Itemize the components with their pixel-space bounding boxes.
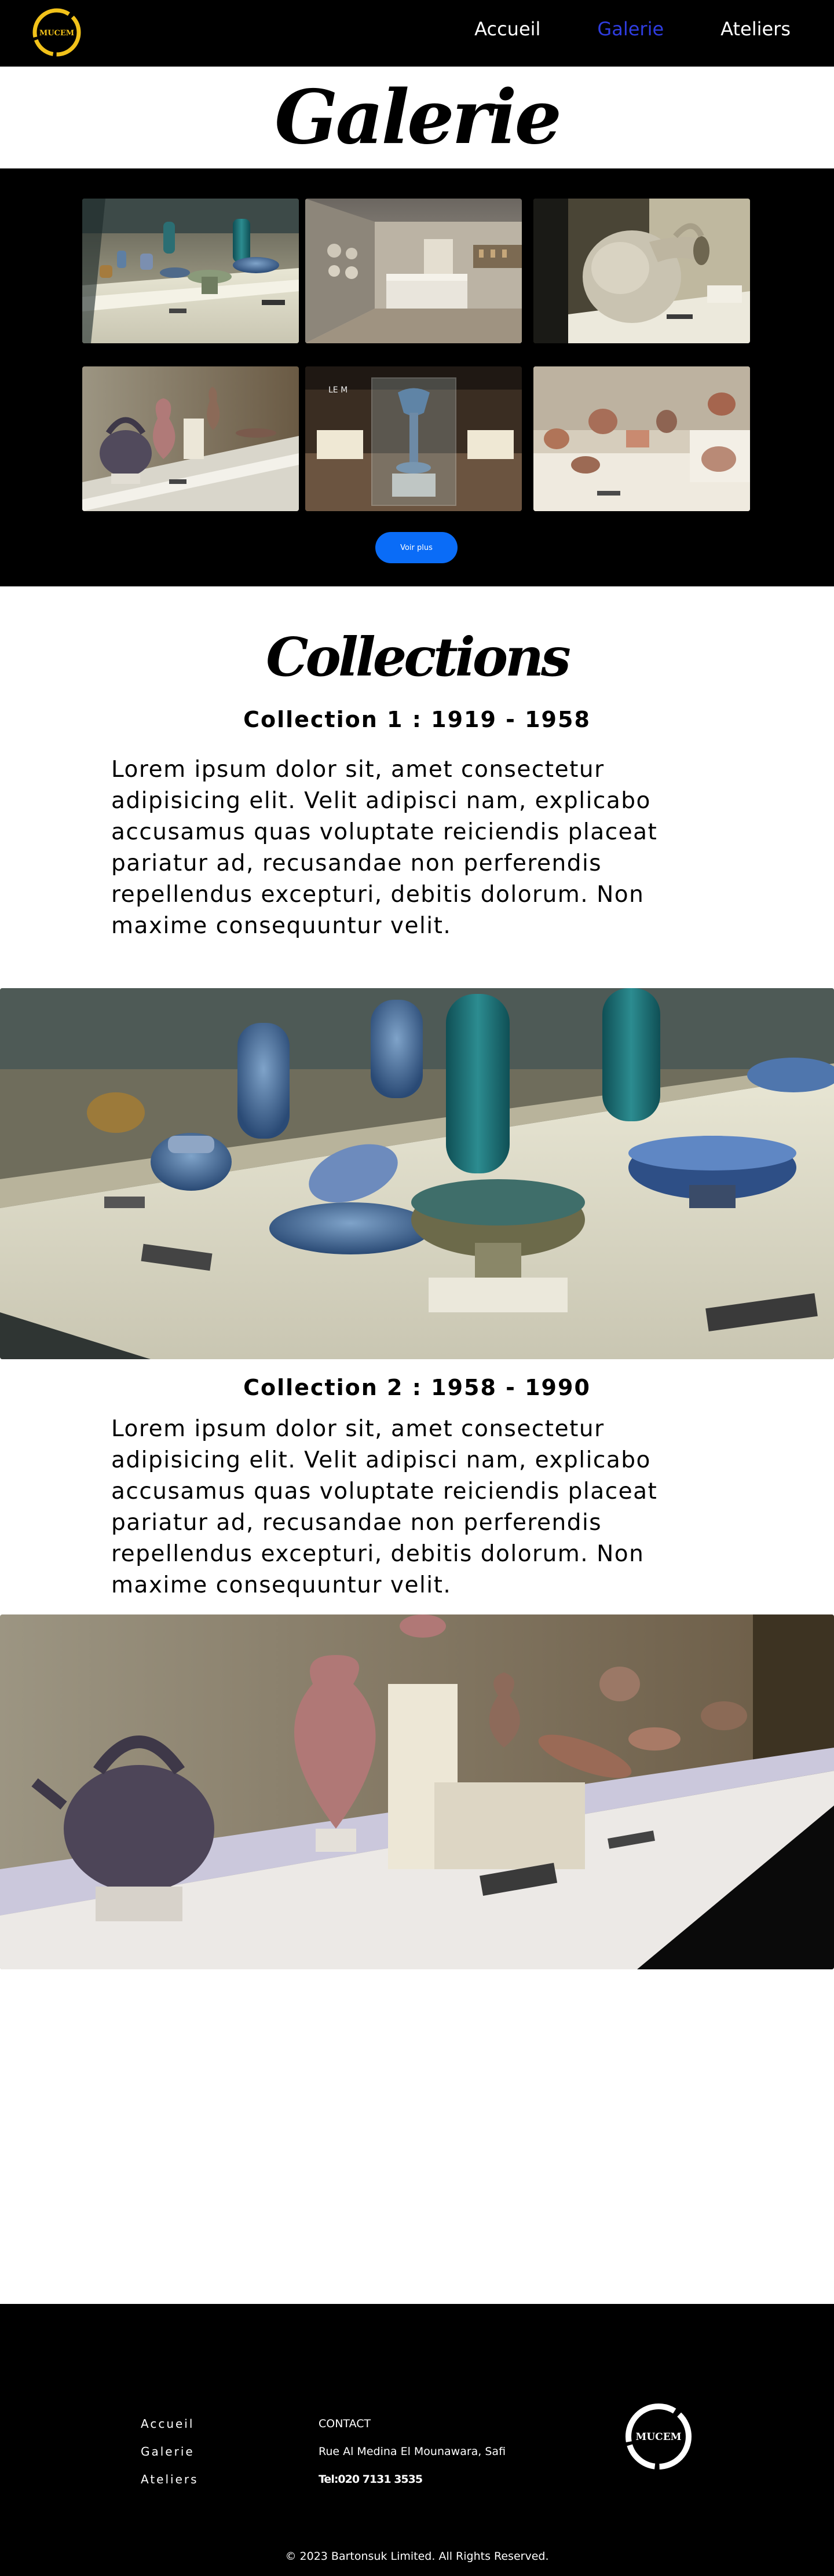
top-navbar: MUCEM Accueil Galerie Ateliers: [0, 0, 834, 67]
gallery-photo-room[interactable]: [305, 199, 522, 343]
teapot-vases-photo: [82, 366, 299, 511]
collection-1-heading: Collection 1 : 1919 - 1958: [243, 707, 591, 732]
collection-2-heading: Collection 2 : 1958 - 1990: [243, 1375, 591, 1400]
gallery-photo-showcase[interactable]: [82, 199, 299, 343]
collection-2-banner: [0, 1614, 834, 1969]
galerie-title: Galerie: [275, 74, 562, 161]
contact-phone[interactable]: Tel:020 7131 3535: [319, 2465, 506, 2493]
contact-address: Rue Al Medina El Mounawara, Safi: [319, 2445, 506, 2458]
mucem-logo[interactable]: MUCEM: [30, 6, 83, 59]
nav-link-accueil[interactable]: Accueil: [474, 16, 540, 42]
gallery-photo-shelves[interactable]: [533, 366, 750, 511]
museum-gallery-room-photo: [305, 199, 522, 343]
logo-text: MUCEM: [39, 29, 74, 38]
collection-2-text: Lorem ipsum dolor sit, amet consectetur …: [111, 1416, 658, 1598]
footer-link-accueil[interactable]: Accueil: [141, 2410, 199, 2438]
collection-1-banner: [0, 988, 834, 1359]
collections-title: Collections: [266, 626, 571, 688]
contact-title: CONTACT: [319, 2417, 371, 2430]
nav-links: Accueil Galerie Ateliers: [474, 16, 791, 42]
collection-1-text: Lorem ipsum dolor sit, amet consectetur …: [111, 757, 658, 939]
gallery-section: LE M Voir plus: [0, 168, 834, 586]
footer-link-ateliers[interactable]: Ateliers: [141, 2465, 199, 2493]
photo-sign-text: LE M: [328, 386, 348, 395]
large-amphora-photo: [533, 199, 750, 343]
footer-contact: CONTACT Rue Al Medina El Mounawara, Safi…: [319, 2410, 506, 2493]
footer-links: Accueil Galerie Ateliers: [141, 2410, 199, 2493]
gallery-photo-display-case[interactable]: LE M: [305, 366, 522, 511]
gallery-photo-teapot[interactable]: [82, 366, 299, 511]
footer-link-galerie[interactable]: Galerie: [141, 2438, 199, 2465]
glass-display-vase-photo: LE M: [305, 366, 522, 511]
footer: Accueil Galerie Ateliers CONTACT Rue Al …: [0, 2304, 834, 2576]
gallery-photo-amphora[interactable]: [533, 199, 750, 343]
copyright: © 2023 Bartonsuk Limited. All Rights Res…: [285, 2550, 549, 2563]
footer-mucem-logo[interactable]: MUCEM: [621, 2399, 696, 2474]
nav-link-ateliers[interactable]: Ateliers: [720, 16, 791, 42]
footer-logo-text: MUCEM: [636, 2431, 682, 2443]
teapot-pottery-showcase-photo: [0, 1614, 834, 1969]
nav-link-galerie[interactable]: Galerie: [597, 16, 664, 42]
pottery-shelves-photo: [533, 366, 750, 511]
voir-plus-button[interactable]: Voir plus: [375, 532, 458, 563]
museum-showcase-ceramics-photo: [82, 199, 299, 343]
blue-ceramics-showcase-photo: [0, 988, 834, 1359]
